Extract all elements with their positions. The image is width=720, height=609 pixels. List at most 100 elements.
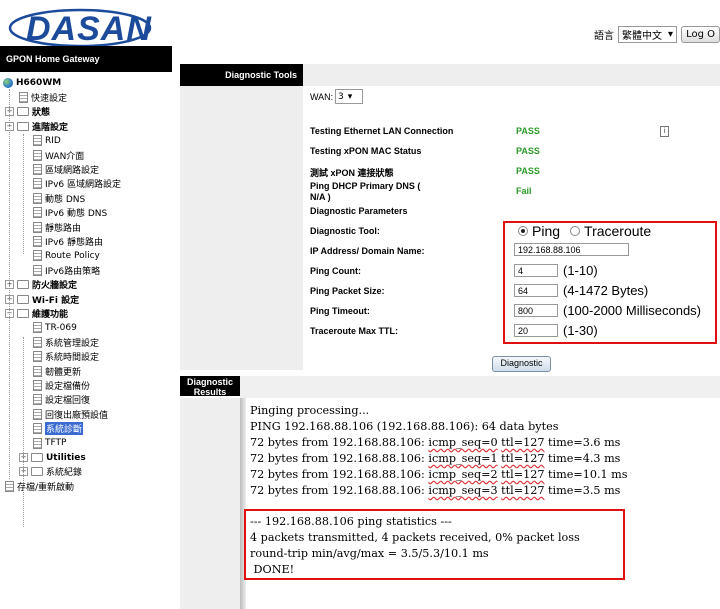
page-icon — [33, 264, 42, 276]
sidebar-item[interactable]: − 維護功能 — [5, 307, 68, 321]
reply-line: 72 bytes from 192.168.88.106: icmp_seq=2… — [250, 468, 628, 481]
output-line: Pinging processing... — [250, 404, 370, 417]
page-icon — [33, 394, 42, 406]
wan-select[interactable]: 3 ▾ — [335, 89, 363, 104]
sidebar-item[interactable]: + Wi-Fi 設定 — [5, 292, 79, 306]
test-result: PASS — [516, 146, 540, 156]
sidebar-item[interactable]: IPv6 動態 DNS — [33, 206, 107, 220]
page-icon — [33, 236, 42, 247]
sidebar-item-label: IPv6 區域網路設定 — [45, 180, 121, 191]
test-result: PASS — [516, 126, 540, 136]
sidebar-item[interactable]: + 狀態 — [5, 105, 50, 119]
sidebar-item-label: 系統管理設定 — [45, 338, 100, 349]
diag-results-title-line2: Results — [193, 387, 227, 397]
page-icon — [19, 92, 28, 103]
logout-button[interactable]: Log O — [681, 26, 720, 43]
params-highlight-box — [503, 221, 717, 344]
test-label: Testing Ethernet LAN Connection — [310, 126, 454, 136]
wan-value: 3 — [338, 91, 344, 102]
page-icon — [33, 365, 42, 377]
sidebar-item-label: WAN介面 — [45, 151, 85, 162]
test-label: Testing xPON MAC Status — [310, 146, 422, 156]
sidebar-item[interactable]: + 系統紀錄 — [19, 465, 82, 479]
folder-icon — [17, 294, 29, 304]
sidebar-item-label: 狀態 — [32, 108, 51, 119]
sidebar-item[interactable]: TR-069 — [33, 321, 77, 335]
sidebar-item-label: 區域網路設定 — [45, 166, 100, 176]
language-label: 語言 — [594, 31, 615, 42]
sidebar-item[interactable]: 系統時間設定 — [33, 350, 99, 364]
sidebar-item[interactable]: 設定檔備份 — [33, 379, 90, 393]
diagnostic-button[interactable]: Diagnostic — [492, 356, 551, 372]
sidebar-item[interactable]: TFTP — [33, 436, 66, 450]
sidebar-item-label: 回復出廠預設值 — [45, 410, 109, 421]
info-icon[interactable]: i — [660, 126, 669, 137]
sidebar-item[interactable]: IPv6 區域網路設定 — [33, 177, 121, 191]
globe-icon — [3, 78, 13, 88]
page-icon — [33, 149, 42, 161]
page-icon — [33, 207, 42, 219]
sidebar-item-label: RID — [45, 135, 61, 146]
stats-highlight-box — [244, 509, 625, 580]
sidebar-item[interactable]: 系統管理設定 — [33, 335, 99, 349]
reply-line: 72 bytes from 192.168.88.106: icmp_seq=1… — [250, 452, 621, 465]
folder-icon — [31, 453, 43, 462]
chevron-down-icon: ▾ — [347, 91, 353, 102]
page-icon — [33, 322, 42, 334]
sidebar-item-label: TR-069 — [45, 322, 77, 333]
sidebar-item[interactable]: + Utilities — [19, 451, 86, 465]
sidebar-item-label: IPv6 動態 DNS — [45, 209, 108, 220]
sidebar-item[interactable]: RID — [33, 134, 61, 148]
test-label: 測試 xPON 連接狀態 — [310, 168, 394, 178]
sidebar-item[interactable]: 系統診斷 — [33, 422, 84, 436]
tree-root[interactable]: H660WM — [3, 76, 61, 90]
sidebar-item-label: Route Policy — [45, 250, 100, 261]
page-icon — [33, 351, 42, 363]
sidebar-item[interactable]: 動態 DNS — [33, 191, 85, 205]
sidebar-item[interactable]: WAN介面 — [33, 148, 84, 162]
page-icon — [33, 437, 42, 449]
sidebar-item-label: IPv6 靜態路由 — [45, 238, 103, 248]
page-icon — [5, 480, 14, 492]
tree-root-label: H660WM — [16, 78, 62, 88]
sidebar-item-label: 維護功能 — [32, 310, 69, 320]
diag-results-title: Diagnostic Results — [180, 376, 240, 397]
page-icon — [33, 178, 42, 190]
sidebar-item[interactable]: − 進階設定 — [5, 119, 68, 133]
sidebar-item[interactable]: 區域網路設定 — [33, 163, 99, 177]
sidebar-item[interactable]: Route Policy — [33, 249, 100, 263]
sidebar-item-label: 進階設定 — [32, 122, 69, 133]
sidebar-item[interactable]: 設定檔回復 — [33, 393, 90, 407]
folder-icon — [17, 309, 29, 318]
folder-icon — [17, 280, 29, 290]
language-select[interactable]: 繁體中文 ▾ — [618, 26, 678, 43]
sidebar-item[interactable]: IPv6路由策略 — [33, 263, 100, 277]
sidebar-item-label: Wi-Fi 設定 — [32, 295, 80, 306]
language-area: 語言 繁體中文 ▾ Log O — [594, 26, 720, 43]
sidebar-item-label: Utilities — [46, 452, 86, 463]
sidebar-item-label: 防火牆設定 — [32, 281, 78, 292]
page-icon — [33, 380, 42, 391]
page-icon — [33, 423, 42, 435]
diag-tools-title: Diagnostic Tools — [180, 64, 303, 86]
ip-label: IP Address/ Domain Name: — [310, 246, 425, 256]
sidebar-item[interactable]: IPv6 靜態路由 — [33, 235, 103, 249]
diag-tools-header: Diagnostic Tools — [180, 64, 720, 86]
reply-line: 72 bytes from 192.168.88.106: icmp_seq=0… — [250, 436, 621, 449]
sidebar-item-label: 靜態路由 — [45, 223, 82, 234]
sidebar-item[interactable]: 韌體更新 — [33, 364, 81, 378]
sidebar-item-label: 系統診斷 — [45, 422, 84, 436]
sidebar-item[interactable]: + 防火牆設定 — [5, 278, 77, 292]
test-result: PASS — [516, 166, 540, 176]
folder-icon — [31, 467, 43, 477]
chevron-down-icon: ▾ — [668, 29, 674, 40]
diag-tool-label: Diagnostic Tool: — [310, 226, 380, 236]
sidebar-item[interactable]: 回復出廠預設值 — [33, 407, 108, 421]
sidebar-item[interactable]: 快速設定 — [19, 91, 67, 105]
logo-text: DASAN — [26, 10, 152, 48]
sidebar-item[interactable]: 存檔/重新啟動 — [5, 479, 74, 493]
sidebar-item-label: 快速設定 — [31, 94, 68, 104]
sidebar-item[interactable]: 靜態路由 — [33, 220, 81, 234]
diag-results-title-line1: Diagnostic — [186, 377, 233, 387]
nav-tree: H660WM 快速設定 + 狀態 − 進階設定 RID WAN介面區域網路設定 IPv6 區域… — [0, 72, 172, 527]
